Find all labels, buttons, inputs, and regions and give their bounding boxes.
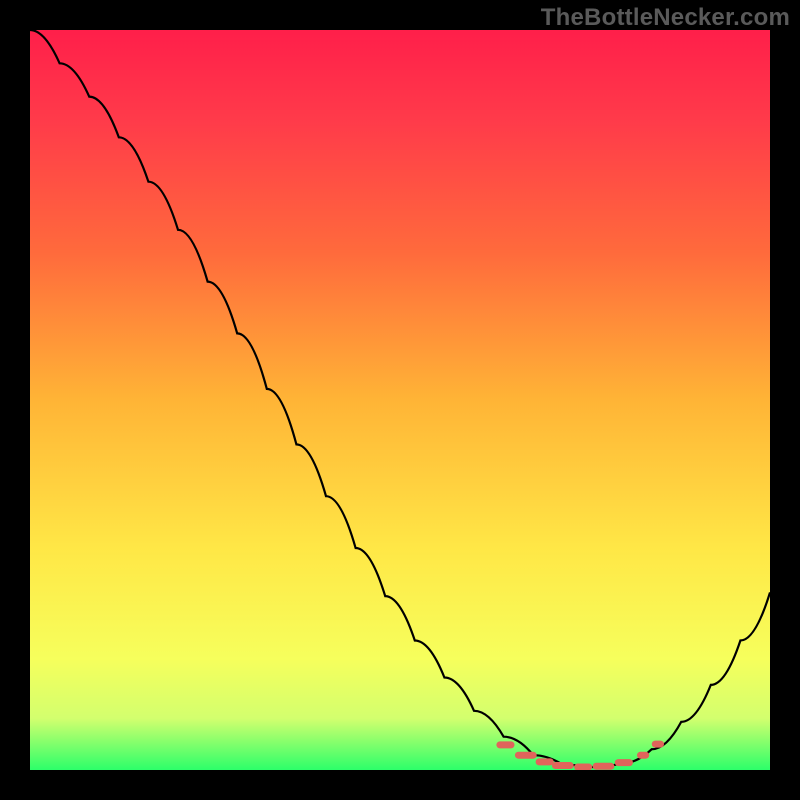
chart-container: TheBottleNecker.com: [0, 0, 800, 800]
gradient-background: [30, 30, 770, 770]
watermark-text: TheBottleNecker.com: [541, 4, 790, 32]
bottleneck-chart: [30, 30, 770, 770]
